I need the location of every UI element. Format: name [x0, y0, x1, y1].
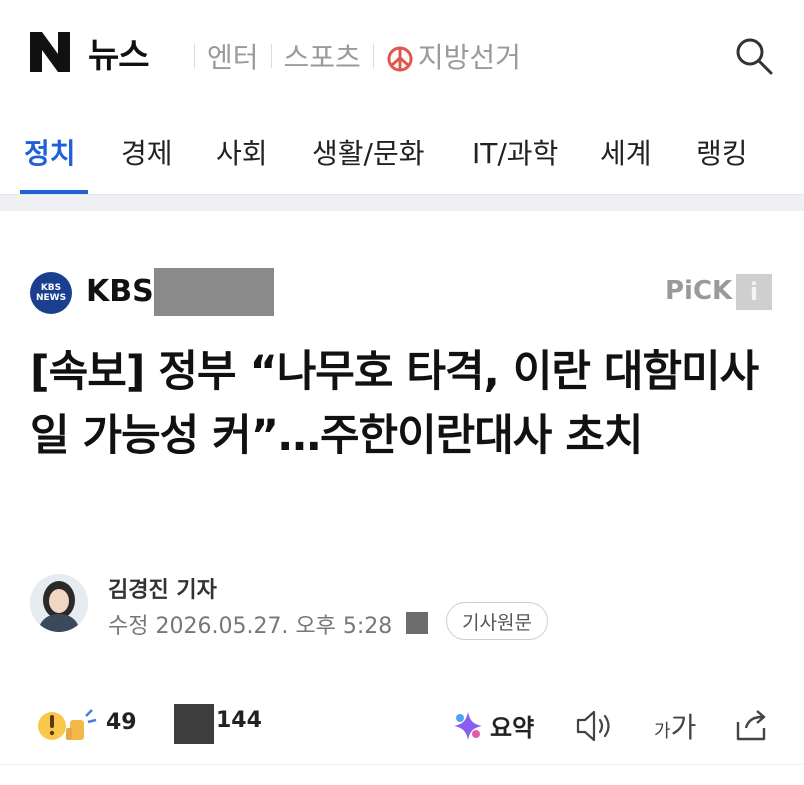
reporter-avatar[interactable]: [30, 574, 88, 632]
top-nav-local-election[interactable]: 지방선거: [386, 36, 521, 76]
comment-count[interactable]: 144: [216, 708, 262, 733]
redacted-block: [406, 612, 428, 634]
category-life-culture[interactable]: 생활/문화: [312, 132, 424, 172]
reporter-photo-icon: [30, 574, 88, 632]
election-stamp-icon: [387, 46, 413, 72]
font-size-big-glyph: 가: [670, 711, 697, 744]
summary-button[interactable]: 요약: [452, 708, 534, 743]
news-logo-text[interactable]: 뉴스: [88, 28, 150, 77]
press-logo-text: KBS NEWS: [36, 283, 67, 303]
speaker-icon[interactable]: [574, 708, 614, 744]
reporter-name[interactable]: 김경진 기자: [108, 572, 217, 604]
redacted-block: [174, 704, 214, 744]
category-society[interactable]: 사회: [216, 132, 268, 172]
ai-summary-sparkle-icon: [454, 711, 482, 740]
category-economy[interactable]: 경제: [121, 132, 173, 172]
bottom-divider: [0, 764, 804, 765]
category-it-science[interactable]: IT/과학: [472, 132, 558, 172]
nav-divider: [194, 44, 195, 68]
top-nav-local-election-label: 지방선거: [417, 41, 521, 74]
category-politics[interactable]: 정치: [24, 132, 76, 172]
font-size-small-glyph: 가: [654, 721, 671, 742]
top-bar: 뉴스 엔터 스포츠 지방선거: [0, 0, 804, 108]
reaction-emoji-icon[interactable]: [36, 706, 98, 746]
top-nav-entertainment[interactable]: 엔터: [207, 36, 259, 76]
section-divider: [0, 194, 804, 211]
font-size-button[interactable]: 가가: [654, 706, 696, 746]
article-headline: [속보] 정부 “나무호 타격, 이란 대함미사일 가능성 커”…주한이란대사 …: [30, 347, 759, 461]
category-world[interactable]: 세계: [600, 132, 652, 172]
original-article-button[interactable]: 기사원문: [446, 602, 548, 640]
top-nav: 엔터 스포츠 지방선거: [182, 36, 521, 76]
redacted-block: [154, 268, 274, 316]
category-ranking[interactable]: 랭킹: [696, 132, 748, 172]
top-nav-sports[interactable]: 스포츠: [284, 36, 361, 76]
pick-label: PiCK: [665, 276, 733, 306]
nav-divider: [270, 44, 272, 68]
article-date: 수정 2026.05.27. 오후 5:28: [108, 614, 393, 639]
nav-divider: [372, 44, 374, 68]
reaction-count: 49: [106, 710, 137, 735]
share-icon[interactable]: [732, 706, 770, 744]
press-logo[interactable]: KBS NEWS: [30, 272, 72, 314]
info-icon[interactable]: i: [736, 274, 772, 310]
summary-label: 요약: [490, 714, 535, 742]
press-name[interactable]: KBS: [86, 274, 154, 309]
naver-logo-icon[interactable]: [28, 30, 72, 74]
search-icon[interactable]: [734, 36, 774, 76]
